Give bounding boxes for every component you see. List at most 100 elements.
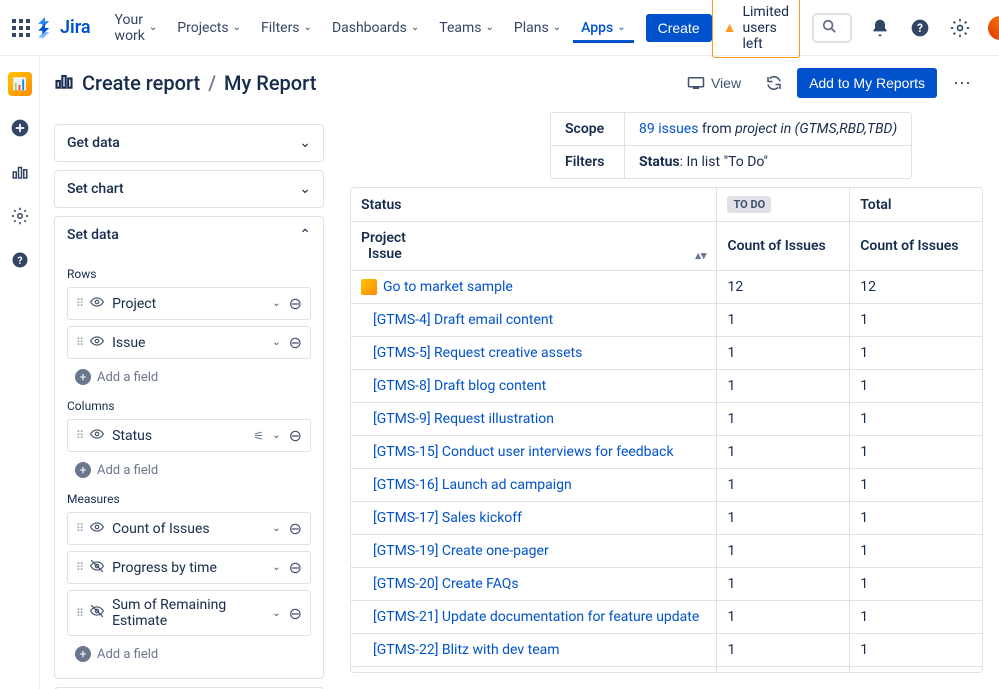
issue-link[interactable]: [GTMS-17] Sales kickoff <box>373 510 522 526</box>
filter-icon[interactable]: ⚟ <box>253 429 264 443</box>
chevron-down-icon[interactable]: ⌄ <box>272 608 280 619</box>
issue-link[interactable]: [GTMS-15] Conduct user interviews for fe… <box>373 444 674 460</box>
report-table: Status TO DO Total Project Issue ▴▾ <box>351 188 982 672</box>
field-name: Count of Issues <box>112 521 264 537</box>
col-status-header[interactable]: Status <box>351 188 717 222</box>
notifications-icon[interactable] <box>864 12 896 44</box>
help-icon[interactable]: ? <box>904 12 936 44</box>
drag-handle-icon[interactable]: ⠿ <box>76 607 82 620</box>
add-field-label: Add a field <box>97 463 158 478</box>
add-field-label: Add a field <box>97 647 158 662</box>
field-row[interactable]: ⠿ Project ⌄ ⊖ <box>67 287 311 320</box>
app-switcher-icon[interactable] <box>12 16 30 40</box>
col-todo-header[interactable]: TO DO <box>717 188 850 222</box>
add-measure-field[interactable]: + Add a field <box>67 642 311 666</box>
field-row[interactable]: ⠿ Sum of Remaining Estimate ⌄ ⊖ <box>67 590 311 636</box>
issue-link[interactable]: [GTMS-21] Update documentation for featu… <box>373 609 699 625</box>
issue-link[interactable]: [GTMS-19] Create one-pager <box>373 543 549 559</box>
rail-reports-icon[interactable] <box>8 160 32 184</box>
drag-handle-icon[interactable]: ⠿ <box>76 429 82 442</box>
rail-app-icon[interactable]: 📊 <box>8 72 32 96</box>
field-name: Project <box>112 296 264 312</box>
search-box[interactable] <box>812 13 852 43</box>
scope-issues-link[interactable]: 89 issues <box>639 121 698 137</box>
issue-link[interactable]: [GTMS-22] Blitz with dev team <box>373 642 560 658</box>
chevron-down-icon[interactable]: ⌄ <box>272 523 280 534</box>
issue-link[interactable]: [GTMS-20] Create FAQs <box>373 576 519 592</box>
issue-link[interactable]: [GTMS-4] Draft email content <box>373 312 553 328</box>
field-row[interactable]: ⠿ Issue ⌄ ⊖ <box>67 326 311 359</box>
view-button[interactable]: View <box>677 69 751 97</box>
add-column-field[interactable]: + Add a field <box>67 458 311 482</box>
set-chart-section[interactable]: Set chart ⌄ <box>55 171 323 207</box>
chevron-down-icon[interactable]: ⌄ <box>272 298 280 309</box>
visibility-icon[interactable] <box>90 295 104 313</box>
create-button[interactable]: Create <box>646 14 712 42</box>
col-project-issue-header[interactable]: Project Issue ▴▾ <box>351 222 717 271</box>
project-link[interactable]: Go to market sample <box>383 279 513 295</box>
col-total-header[interactable]: Total <box>850 188 982 222</box>
nav-item-teams[interactable]: Teams⌄ <box>431 14 502 42</box>
field-row[interactable]: ⠿ Progress by time ⌄ ⊖ <box>67 551 311 584</box>
set-data-section[interactable]: Set data ⌃ <box>55 217 323 253</box>
visibility-icon[interactable] <box>90 604 104 622</box>
table-row: [GTMS-19] Create one-pager11 <box>351 535 982 568</box>
view-label: View <box>711 75 741 91</box>
nav-item-dashboards[interactable]: Dashboards⌄ <box>324 14 427 42</box>
refresh-button[interactable] <box>759 68 789 98</box>
visibility-icon[interactable] <box>90 427 104 445</box>
nav-item-projects[interactable]: Projects⌄ <box>169 14 249 42</box>
jira-logo[interactable]: Jira <box>34 17 91 39</box>
filters-status: Status <box>639 154 680 170</box>
sort-icon[interactable]: ▴▾ <box>695 249 706 262</box>
field-row[interactable]: ⠿ Count of Issues ⌄ ⊖ <box>67 512 311 545</box>
field-row[interactable]: ⠿ Status ⚟ ⌄ ⊖ <box>67 419 311 452</box>
remove-icon[interactable]: ⊖ <box>289 519 302 538</box>
rail-settings-icon[interactable] <box>8 204 32 228</box>
issue-link[interactable]: [GTMS-8] Draft blog content <box>373 378 546 394</box>
get-data-section[interactable]: Get data ⌄ <box>55 125 323 161</box>
issue-link[interactable]: [GTMS-16] Launch ad campaign <box>373 477 572 493</box>
visibility-icon[interactable] <box>90 334 104 352</box>
table-row: [GTMS-9] Request illustration11 <box>351 403 982 436</box>
nav-item-apps[interactable]: Apps⌄ <box>573 14 634 42</box>
drag-handle-icon[interactable]: ⠿ <box>76 336 82 349</box>
chevron-down-icon[interactable]: ⌄ <box>272 562 280 573</box>
issue-link[interactable]: [GTMS-9] Request illustration <box>373 411 554 427</box>
drag-handle-icon[interactable]: ⠿ <box>76 297 82 310</box>
add-row-field[interactable]: + Add a field <box>67 365 311 389</box>
drag-handle-icon[interactable]: ⠿ <box>76 522 82 535</box>
rail-add-icon[interactable] <box>8 116 32 140</box>
remove-icon[interactable]: ⊖ <box>289 604 302 623</box>
nav-item-filters[interactable]: Filters⌄ <box>253 14 320 42</box>
chevron-down-icon[interactable]: ⌄ <box>272 430 280 441</box>
user-avatar[interactable] <box>984 12 999 44</box>
set-chart-label: Set chart <box>67 181 124 197</box>
settings-icon[interactable] <box>944 12 976 44</box>
visibility-icon[interactable] <box>90 520 104 538</box>
issue-link[interactable]: [GTMS-5] Request creative assets <box>373 345 582 361</box>
col-count-todo[interactable]: Count of Issues <box>717 222 850 271</box>
drag-handle-icon[interactable]: ⠿ <box>76 561 82 574</box>
more-menu-icon[interactable]: ⋯ <box>945 69 979 98</box>
remove-icon[interactable]: ⊖ <box>289 294 302 313</box>
field-name: Progress by time <box>112 560 264 576</box>
breadcrumb-parent[interactable]: Create report <box>82 71 200 95</box>
nav-item-plans[interactable]: Plans⌄ <box>506 14 569 42</box>
add-to-reports-button[interactable]: Add to My Reports <box>797 68 937 98</box>
remove-icon[interactable]: ⊖ <box>289 333 302 352</box>
scope-info-box: Scope 89 issues from project in (GTMS,RB… <box>550 112 912 179</box>
table-row: [GTMS-23] This is a test issue11 <box>351 667 982 672</box>
chevron-down-icon[interactable]: ⌄ <box>272 337 280 348</box>
remove-icon[interactable]: ⊖ <box>289 558 302 577</box>
project-icon <box>361 279 377 295</box>
col-count-total[interactable]: Count of Issues <box>850 222 982 271</box>
limited-users-banner[interactable]: ▲ Limited users left <box>712 0 800 58</box>
rail-help-icon[interactable]: ? <box>8 248 32 272</box>
warning-icon: ▲ <box>723 19 737 36</box>
visibility-icon[interactable] <box>90 559 104 577</box>
field-name: Sum of Remaining Estimate <box>112 597 264 629</box>
table-row: [GTMS-22] Blitz with dev team11 <box>351 634 982 667</box>
remove-icon[interactable]: ⊖ <box>289 426 302 445</box>
nav-item-your-work[interactable]: Your work⌄ <box>107 6 166 50</box>
